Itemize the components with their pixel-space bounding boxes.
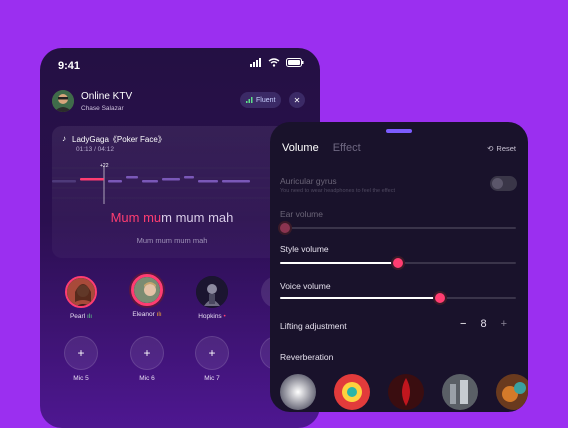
reset-icon: ⟲: [487, 144, 494, 153]
reset-label: Reset: [496, 144, 516, 153]
tab-effect[interactable]: Effect: [333, 142, 361, 154]
seat-hopkins[interactable]: Hopkins •: [190, 276, 234, 320]
style-volume-label: Style volume: [280, 244, 329, 254]
pitch-offset: +22: [100, 163, 109, 169]
add-icon: +: [195, 336, 229, 370]
lifting-value: 8: [480, 318, 487, 330]
voice-volume-slider[interactable]: [280, 291, 516, 305]
audio-settings-panel: Volume Effect ⟲ Reset Auricular gyrus Yo…: [270, 122, 528, 412]
battery-icon: [286, 58, 304, 67]
signal-icon: [250, 58, 261, 67]
mic-slot-5[interactable]: + Mic 5: [59, 336, 103, 382]
ear-volume-label: Ear volume: [280, 209, 323, 219]
reverb-preset[interactable]: [388, 374, 424, 410]
current-lyric: Mum mum mum mah: [52, 210, 292, 225]
add-icon: +: [130, 336, 164, 370]
reverb-preset[interactable]: [334, 374, 370, 410]
seat-name: Hopkins •: [198, 313, 226, 320]
auricular-label: Auricular gyrus: [280, 176, 337, 186]
reverb-preset[interactable]: [442, 374, 478, 410]
seat-eleanor[interactable]: Eleanor ılı: [125, 274, 169, 318]
room-header: Online KTV Chase Salazar: [52, 90, 132, 112]
seat-pearl[interactable]: Pearl ılı: [59, 276, 103, 320]
host-name: Chase Salazar: [81, 104, 124, 112]
mic-slot-7[interactable]: + Mic 7: [190, 336, 234, 382]
mic-label: Mic 6: [139, 375, 155, 382]
toggle-knob: [492, 178, 503, 189]
slider-thumb[interactable]: [391, 256, 405, 270]
network-quality-badge[interactable]: Fluent: [240, 92, 282, 108]
pitch-track: +22: [52, 163, 292, 204]
room-title: Online KTV: [81, 90, 133, 102]
ear-volume-slider[interactable]: [278, 221, 516, 235]
tab-volume[interactable]: Volume: [282, 142, 319, 154]
status-icons: [250, 58, 304, 67]
next-lyric: Mum mum mum mah: [136, 236, 208, 245]
avatar: [196, 276, 228, 308]
mic-label: Mic 5: [73, 375, 89, 382]
seat-name: Eleanor ılı: [132, 311, 162, 318]
voice-volume-label: Voice volume: [280, 281, 331, 291]
signal-bars-icon: [246, 97, 253, 103]
decrease-button[interactable]: −: [460, 318, 466, 330]
mic-label: Mic 7: [204, 375, 220, 382]
status-time: 9:41: [58, 60, 81, 72]
lyric-sung: Mum mu: [110, 210, 162, 225]
wifi-icon: [268, 58, 280, 67]
reverb-preset[interactable]: [496, 374, 528, 410]
add-icon: +: [64, 336, 98, 370]
song-title: LadyGaga《Poker Face》: [72, 135, 166, 144]
reverb-presets: [280, 374, 528, 410]
reset-button[interactable]: ⟲ Reset: [487, 144, 516, 153]
music-note-icon: ♪: [62, 134, 66, 143]
avatar: [65, 276, 97, 308]
drag-handle[interactable]: [386, 129, 412, 133]
reverb-preset[interactable]: [280, 374, 316, 410]
seat-name: Pearl ılı: [69, 313, 93, 320]
song-title-row: ♪ LadyGaga《Poker Face》: [62, 134, 166, 145]
mic-slot-6[interactable]: + Mic 6: [125, 336, 169, 382]
song-progress: 01:13 / 04:12: [76, 146, 114, 153]
close-icon[interactable]: ✕: [289, 92, 305, 108]
slider-fill: [280, 297, 440, 299]
reverberation-label: Reverberation: [280, 352, 334, 362]
network-quality-label: Fluent: [256, 96, 276, 104]
auricular-toggle[interactable]: [490, 176, 517, 191]
lyric-unsung: m mum mah: [161, 210, 234, 225]
lifting-stepper: − 8 +: [460, 318, 507, 330]
slider-thumb[interactable]: [278, 221, 292, 235]
slider-thumb[interactable]: [433, 291, 447, 305]
lifting-label: Lifting adjustment: [280, 321, 347, 331]
avatar: [131, 274, 163, 306]
auricular-hint: You need to wear headphones to feel the …: [280, 188, 395, 194]
settings-tabs: Volume Effect: [282, 142, 361, 154]
increase-button[interactable]: +: [501, 318, 507, 330]
lyrics-card: ♪ LadyGaga《Poker Face》 01:13 / 04:12 +22…: [52, 126, 292, 258]
host-avatar[interactable]: [52, 90, 74, 112]
slider-fill: [280, 262, 398, 264]
style-volume-slider[interactable]: [280, 256, 516, 270]
